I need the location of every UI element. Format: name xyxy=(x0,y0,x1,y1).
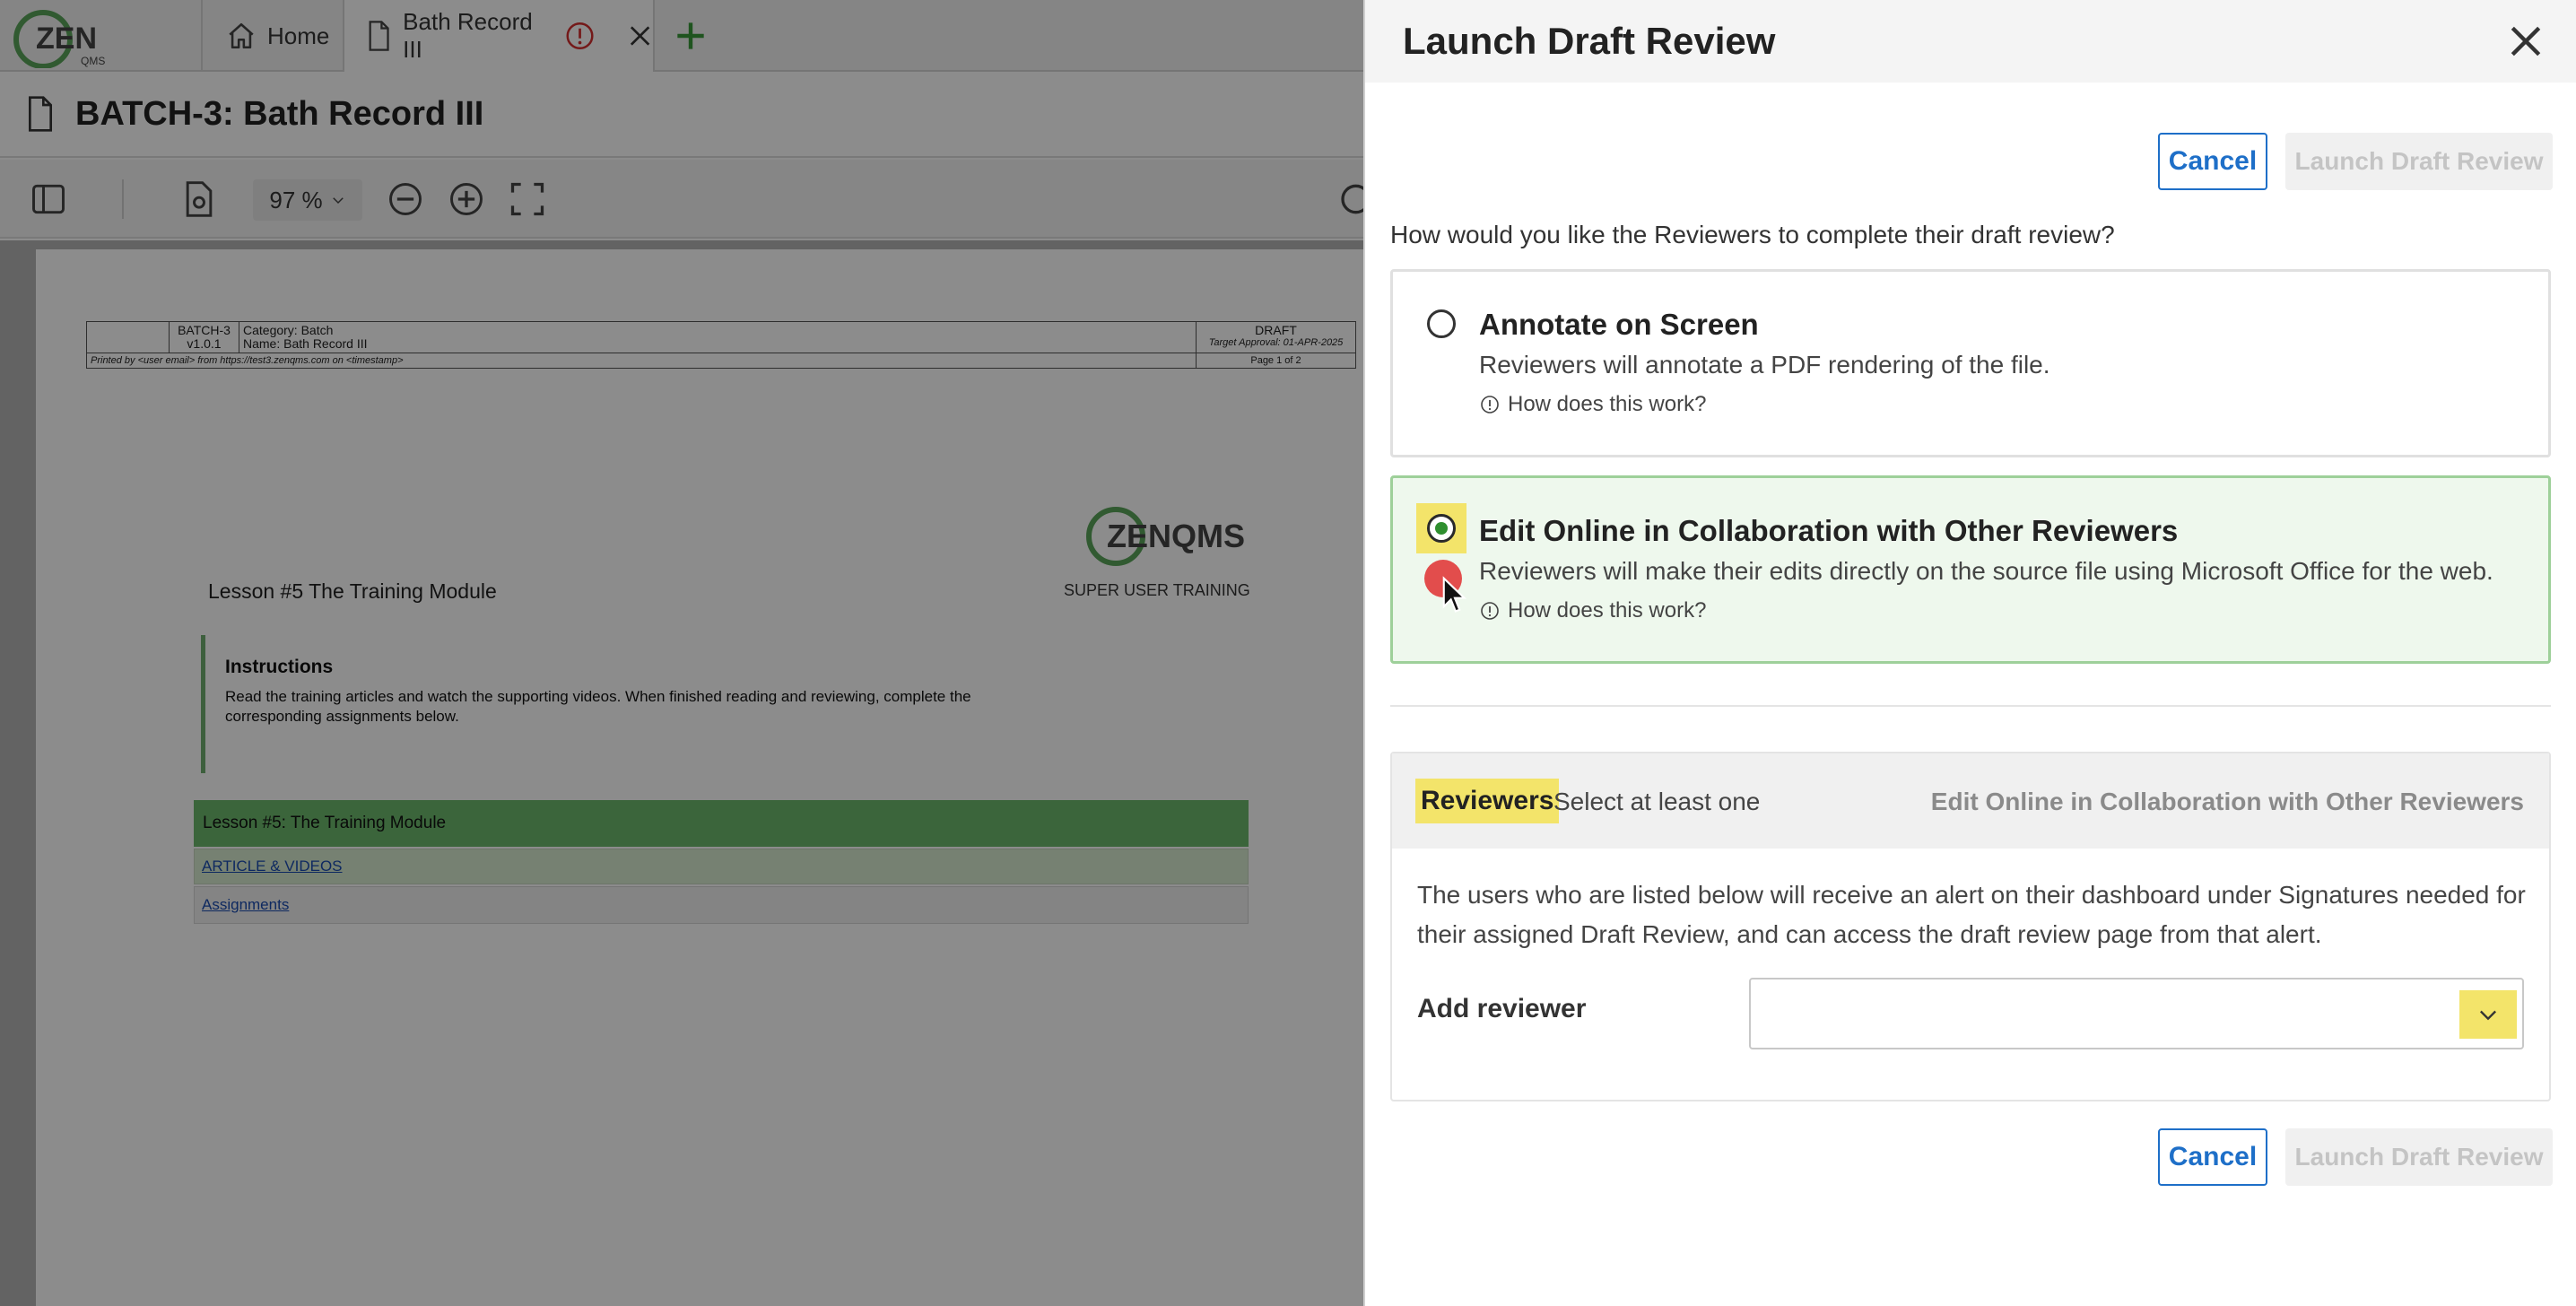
reviewers-header: Reviewers Select at least one Edit Onlin… xyxy=(1392,753,2549,849)
tab-home[interactable]: Home xyxy=(203,0,343,72)
section-divider xyxy=(1390,705,2551,707)
tab-home-label: Home xyxy=(267,22,330,49)
reviewers-mode: Edit Online in Collaboration with Other … xyxy=(1930,788,2524,815)
doc-id: BATCH-3 xyxy=(178,323,231,337)
panel-header: Launch Draft Review xyxy=(1365,0,2576,83)
reviewers-description: The users who are listed below will rece… xyxy=(1417,881,2526,948)
fullscreen-icon[interactable] xyxy=(508,179,547,219)
dropdown-toggle[interactable] xyxy=(2459,990,2517,1039)
lesson-table-header: Lesson #5: The Training Module xyxy=(194,800,1249,847)
document-settings-icon[interactable] xyxy=(179,179,219,219)
review-method-question: How would you like the Reviewers to comp… xyxy=(1390,221,2115,248)
reviewers-title: Reviewers xyxy=(1415,779,1560,823)
category-value: Batch xyxy=(300,323,334,337)
add-reviewer-select[interactable] xyxy=(1749,978,2524,1049)
launch-draft-review-panel: Launch Draft Review Cancel Launch Draft … xyxy=(1363,0,2576,1306)
document-viewer: BATCH-3 v1.0.1 Category: Batch Name: Bat… xyxy=(0,240,1363,1306)
option-description: Reviewers will annotate a PDF rendering … xyxy=(1479,351,2050,379)
sidebar-toggle-icon[interactable] xyxy=(29,179,68,219)
zoom-value: 97 % xyxy=(269,186,323,213)
document-title-bar: BATCH-3: Bath Record III xyxy=(0,72,1363,158)
option-title: Edit Online in Collaboration with Other … xyxy=(1479,514,2179,547)
close-icon[interactable] xyxy=(2506,22,2546,61)
document-page: BATCH-3 v1.0.1 Category: Batch Name: Bat… xyxy=(36,249,1363,1306)
option-description: Reviewers will make their edits directly… xyxy=(1479,557,2493,585)
articles-link[interactable]: ARTICLE & VIDEOS xyxy=(194,849,1249,884)
name-value: Bath Record III xyxy=(283,336,368,351)
reviewers-section: Reviewers Select at least one Edit Onlin… xyxy=(1390,752,2551,1101)
document-app: ZEN QMS Home Bath Record III BATCH-3: Ba… xyxy=(0,0,1371,1306)
close-tab-icon[interactable] xyxy=(627,22,653,49)
radio-edit-online[interactable] xyxy=(1427,514,1456,543)
zoom-out-icon[interactable] xyxy=(386,179,425,219)
zenqms-document-logo: ZENQMS xyxy=(1086,507,1245,566)
document-icon xyxy=(369,21,389,51)
toolbar-divider xyxy=(122,179,124,219)
home-icon xyxy=(229,22,254,49)
info-icon xyxy=(1481,396,1499,414)
doc-status: DRAFT xyxy=(1255,323,1297,337)
how-does-this-work-label: How does this work? xyxy=(1508,392,1707,416)
svg-text:ZEN: ZEN xyxy=(36,22,97,56)
instructions-body: Read the training articles and watch the… xyxy=(225,688,971,725)
instructions-block: Instructions Read the training articles … xyxy=(201,635,990,773)
plus-icon[interactable] xyxy=(671,16,710,56)
alert-icon xyxy=(566,22,594,50)
option-edit-online[interactable]: Edit Online in Collaboration with Other … xyxy=(1390,475,2551,664)
name-label: Name: xyxy=(243,336,281,351)
add-reviewer-label: Add reviewer xyxy=(1417,994,1587,1023)
how-does-this-work-link[interactable]: How does this work? xyxy=(1479,392,1706,417)
launch-draft-review-button-bottom[interactable]: Launch Draft Review xyxy=(2285,1128,2553,1186)
document-icon xyxy=(29,96,52,132)
svg-text:ZENQMS: ZENQMS xyxy=(1107,518,1245,554)
zoom-in-icon[interactable] xyxy=(447,179,486,219)
tab-separator xyxy=(653,0,655,72)
tab-document[interactable]: Bath Record III xyxy=(344,0,653,72)
category-label: Category: xyxy=(243,323,298,337)
instructions-heading: Instructions xyxy=(225,657,334,677)
doc-version: v1.0.1 xyxy=(187,336,222,351)
viewer-toolbar xyxy=(0,160,1371,239)
training-subtitle: SUPER USER TRAINING xyxy=(1064,581,1250,599)
assignments-link[interactable]: Assignments xyxy=(194,886,1249,924)
how-does-this-work-label: How does this work? xyxy=(1508,598,1707,623)
target-approval: Target Approval: 01-APR-2025 xyxy=(1208,337,1344,348)
cancel-button-top[interactable]: Cancel xyxy=(2158,133,2267,190)
cancel-button-bottom[interactable]: Cancel xyxy=(2158,1128,2267,1186)
info-icon xyxy=(1481,602,1499,620)
launch-draft-review-button-top[interactable]: Launch Draft Review xyxy=(2285,133,2553,190)
mouse-pointer-icon xyxy=(1442,576,1467,613)
option-annotate-on-screen[interactable]: Annotate on Screen Reviewers will annota… xyxy=(1390,269,2551,457)
printed-by: Printed by <user email> from https://tes… xyxy=(86,353,1197,369)
svg-text:QMS: QMS xyxy=(81,55,105,67)
radio-annotate[interactable] xyxy=(1427,309,1456,338)
chevron-down-icon xyxy=(2480,1010,2496,1021)
chevron-down-icon xyxy=(332,197,344,205)
tab-bar: ZEN QMS Home Bath Record III xyxy=(0,0,1363,72)
document-title: BATCH-3: Bath Record III xyxy=(75,94,484,133)
reviewers-subtitle: Select at least one xyxy=(1553,788,1761,815)
option-title: Annotate on Screen xyxy=(1479,308,1759,341)
panel-title: Launch Draft Review xyxy=(1403,20,1776,62)
document-header-table: BATCH-3 v1.0.1 Category: Batch Name: Bat… xyxy=(86,321,1356,369)
lesson-title: Lesson #5 The Training Module xyxy=(208,579,497,603)
zoom-select[interactable]: 97 % xyxy=(253,179,362,221)
page-count: Page 1 of 2 xyxy=(1196,353,1356,369)
zenqms-logo: ZEN QMS xyxy=(13,10,105,68)
tab-document-label: Bath Record III xyxy=(403,8,533,63)
how-does-this-work-link[interactable]: How does this work? xyxy=(1479,598,1706,623)
